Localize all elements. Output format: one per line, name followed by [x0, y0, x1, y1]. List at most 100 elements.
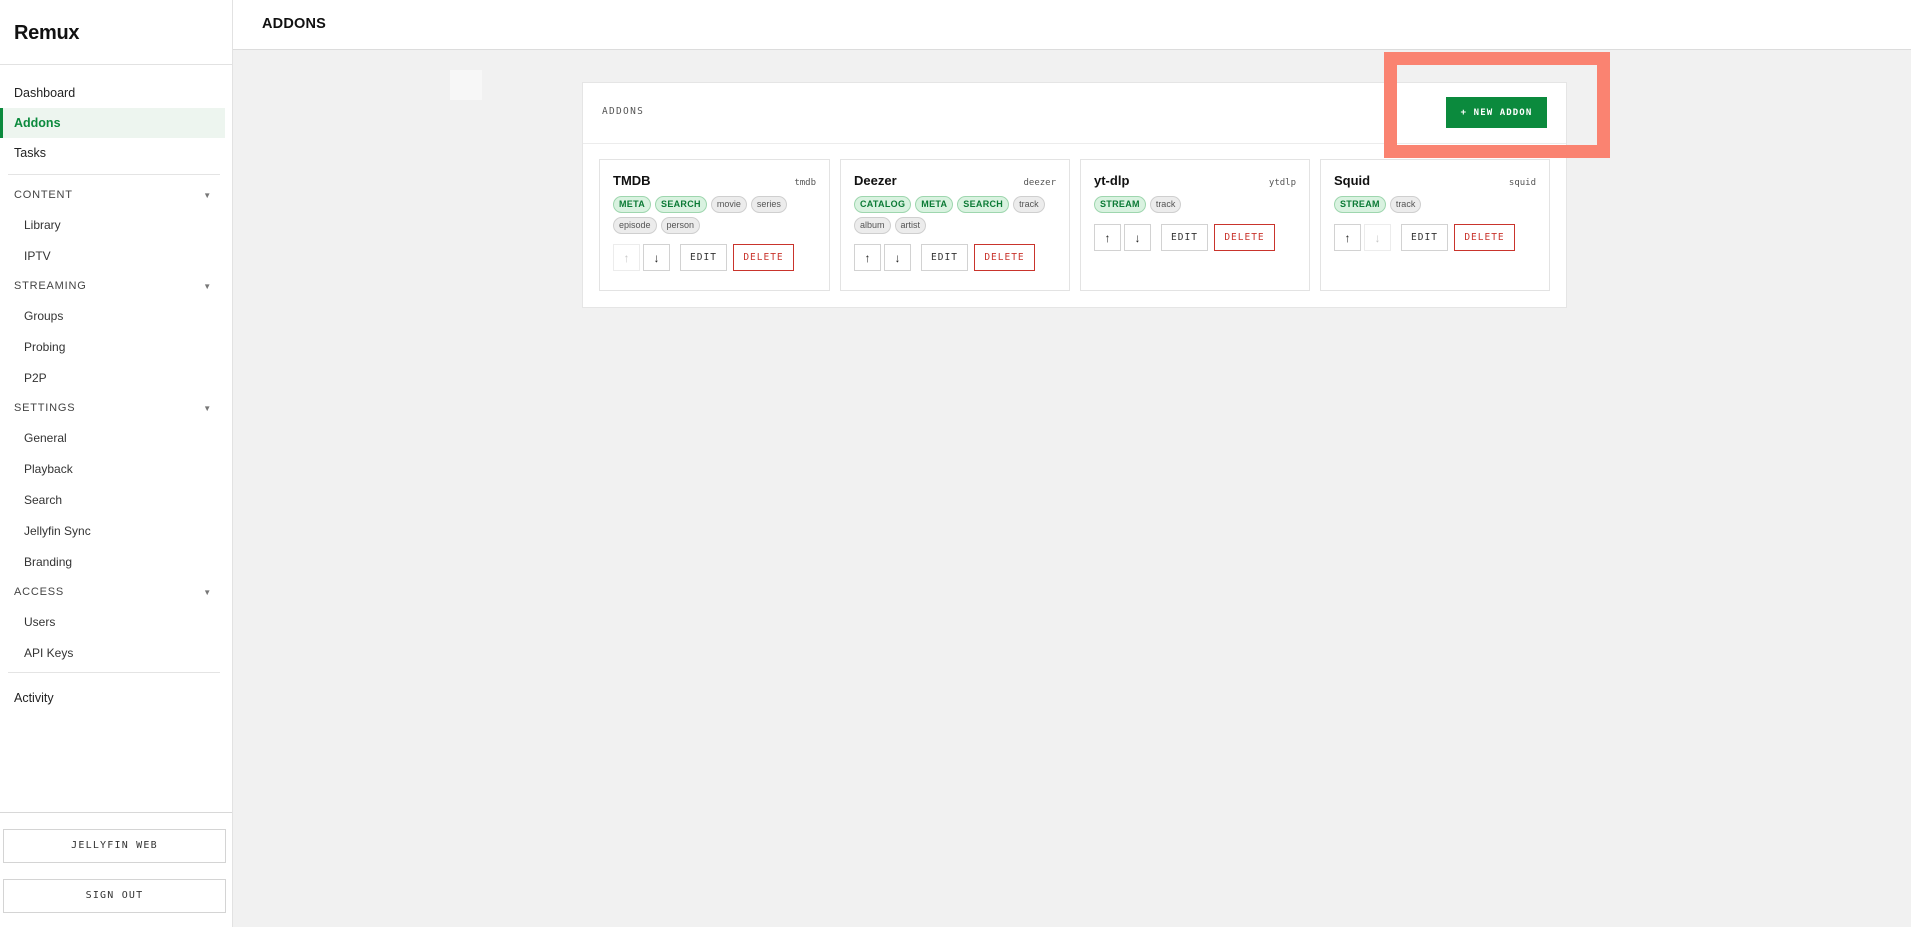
chevron-down-icon: ▼: [203, 588, 212, 597]
type-badge: album: [854, 217, 891, 234]
section-access[interactable]: ACCESS ▼: [0, 578, 232, 607]
panel-label: ADDONS: [602, 106, 645, 117]
capability-badge: STREAM: [1094, 196, 1146, 213]
addon-id: squid: [1508, 178, 1536, 188]
delete-button[interactable]: DELETE: [733, 244, 794, 271]
section-content[interactable]: CONTENT ▼: [0, 181, 232, 210]
addons-panel: ADDONS + NEW ADDON TMDB tmdb META SEARCH mov…: [582, 82, 1567, 308]
addon-name: Deezer: [854, 173, 897, 188]
jellyfin-web-button[interactable]: JELLYFIN WEB: [3, 829, 226, 863]
sidebar-item-general[interactable]: General: [0, 423, 232, 454]
addon-actions: ↑ ↓ EDIT DELETE: [854, 244, 1056, 271]
type-badge: track: [1389, 196, 1422, 213]
reorder-controls: ↑ ↓: [613, 244, 670, 271]
section-title: SETTINGS: [14, 402, 76, 414]
sidebar-item-groups[interactable]: Groups: [0, 301, 232, 332]
addon-card-list: TMDB tmdb META SEARCH movie series episode pers…: [599, 159, 1550, 291]
sidebar: Remux Dashboard Addons Tasks CONTENT ▼ Librar…: [0, 0, 233, 927]
sidebar-item-p2p[interactable]: P2P: [0, 363, 232, 394]
sidebar-item-playback[interactable]: Playback: [0, 454, 232, 485]
type-badge: track: [1013, 196, 1045, 213]
addon-actions: ↑ ↓ EDIT DELETE: [1094, 224, 1296, 251]
sidebar-item-library[interactable]: Library: [0, 210, 232, 241]
type-badge: artist: [894, 217, 927, 234]
move-up-arrow-icon[interactable]: ↑: [1094, 224, 1121, 251]
addon-card-header: TMDB tmdb: [613, 173, 816, 188]
panel-header: ADDONS + NEW ADDON: [583, 83, 1566, 144]
brand-logo: Remux: [0, 0, 232, 65]
page-title: ADDONS: [262, 16, 327, 32]
chevron-down-icon: ▼: [203, 282, 212, 291]
addon-card-squid: Squid squid STREAM track ↑ ↓ EDIT DELETE: [1320, 159, 1550, 291]
addon-tags: STREAM track: [1094, 196, 1294, 214]
addon-actions: ↑ ↓ EDIT DELETE: [613, 244, 816, 271]
addon-tags: META SEARCH movie series episode person: [613, 196, 813, 234]
type-badge: track: [1149, 196, 1182, 213]
delete-button[interactable]: DELETE: [1214, 224, 1275, 251]
capability-badge: META: [613, 196, 652, 213]
move-up-arrow-icon[interactable]: ↑: [1334, 224, 1361, 251]
edit-button[interactable]: EDIT: [921, 244, 968, 271]
chevron-down-icon: ▼: [203, 191, 212, 200]
move-down-arrow-icon[interactable]: ↓: [1364, 224, 1391, 251]
addon-name: TMDB: [613, 173, 651, 188]
sign-out-button[interactable]: SIGN OUT: [3, 879, 226, 913]
sidebar-item-api-keys[interactable]: API Keys: [0, 638, 232, 669]
sidebar-item-jellyfin-sync[interactable]: Jellyfin Sync: [0, 516, 232, 547]
section-title: STREAMING: [14, 280, 87, 292]
sidebar-item-users[interactable]: Users: [0, 607, 232, 638]
section-settings[interactable]: SETTINGS ▼: [0, 394, 232, 423]
addon-card-deezer: Deezer deezer CATALOG META SEARCH track album a…: [840, 159, 1070, 291]
section-title: ACCESS: [14, 586, 65, 598]
move-down-arrow-icon[interactable]: ↓: [1124, 224, 1151, 251]
sidebar-item-branding[interactable]: Branding: [0, 547, 232, 578]
sidebar-nav: Dashboard Addons Tasks CONTENT ▼ Library IPTV S…: [0, 78, 232, 713]
sidebar-item-activity[interactable]: Activity: [0, 683, 232, 713]
sidebar-divider: [8, 672, 220, 673]
chevron-down-icon: ▼: [203, 404, 212, 413]
new-addon-button[interactable]: + NEW ADDON: [1446, 97, 1547, 128]
capability-badge: SEARCH: [957, 196, 1010, 213]
addon-tags: STREAM track: [1334, 196, 1534, 214]
addon-card-header: Deezer deezer: [854, 173, 1056, 188]
addon-id: deezer: [1023, 178, 1056, 188]
edit-button[interactable]: EDIT: [1401, 224, 1448, 251]
type-badge: series: [750, 196, 787, 213]
addon-id: tmdb: [794, 178, 816, 188]
addon-name: Squid: [1334, 173, 1371, 188]
type-badge: episode: [613, 217, 657, 234]
addon-card-tmdb: TMDB tmdb META SEARCH movie series episode pers…: [599, 159, 830, 291]
delete-button[interactable]: DELETE: [974, 244, 1035, 271]
sidebar-item-search[interactable]: Search: [0, 485, 232, 516]
addon-name: yt-dlp: [1094, 173, 1130, 188]
addon-card-header: Squid squid: [1334, 173, 1536, 188]
addon-card-yt-dlp: yt-dlp ytdlp STREAM track ↑ ↓ EDIT DELETE: [1080, 159, 1310, 291]
sidebar-item-addons[interactable]: Addons: [0, 108, 225, 138]
move-down-arrow-icon[interactable]: ↓: [884, 244, 911, 271]
capability-badge: META: [915, 196, 954, 213]
capability-badge: CATALOG: [854, 196, 912, 213]
top-bar: ADDONS: [233, 0, 1911, 50]
delete-button[interactable]: DELETE: [1454, 224, 1515, 251]
section-title: CONTENT: [14, 189, 73, 201]
addon-actions: ↑ ↓ EDIT DELETE: [1334, 224, 1536, 251]
reorder-controls: ↑ ↓: [1334, 224, 1391, 251]
move-up-arrow-icon[interactable]: ↑: [613, 244, 640, 271]
edit-button[interactable]: EDIT: [1161, 224, 1208, 251]
capability-badge: STREAM: [1334, 196, 1386, 213]
edit-button[interactable]: EDIT: [680, 244, 727, 271]
move-down-arrow-icon[interactable]: ↓: [643, 244, 670, 271]
capability-badge: SEARCH: [655, 196, 707, 213]
addon-card-header: yt-dlp ytdlp: [1094, 173, 1296, 188]
sidebar-item-probing[interactable]: Probing: [0, 332, 232, 363]
placeholder-block: [450, 70, 482, 100]
move-up-arrow-icon[interactable]: ↑: [854, 244, 881, 271]
sidebar-item-dashboard[interactable]: Dashboard: [0, 78, 232, 108]
section-streaming[interactable]: STREAMING ▼: [0, 272, 232, 301]
sidebar-item-iptv[interactable]: IPTV: [0, 241, 232, 272]
addon-tags: CATALOG META SEARCH track album artist: [854, 196, 1054, 234]
sidebar-footer: JELLYFIN WEB SIGN OUT: [0, 812, 232, 927]
type-badge: movie: [710, 196, 747, 213]
sidebar-item-tasks[interactable]: Tasks: [0, 138, 232, 168]
reorder-controls: ↑ ↓: [1094, 224, 1151, 251]
